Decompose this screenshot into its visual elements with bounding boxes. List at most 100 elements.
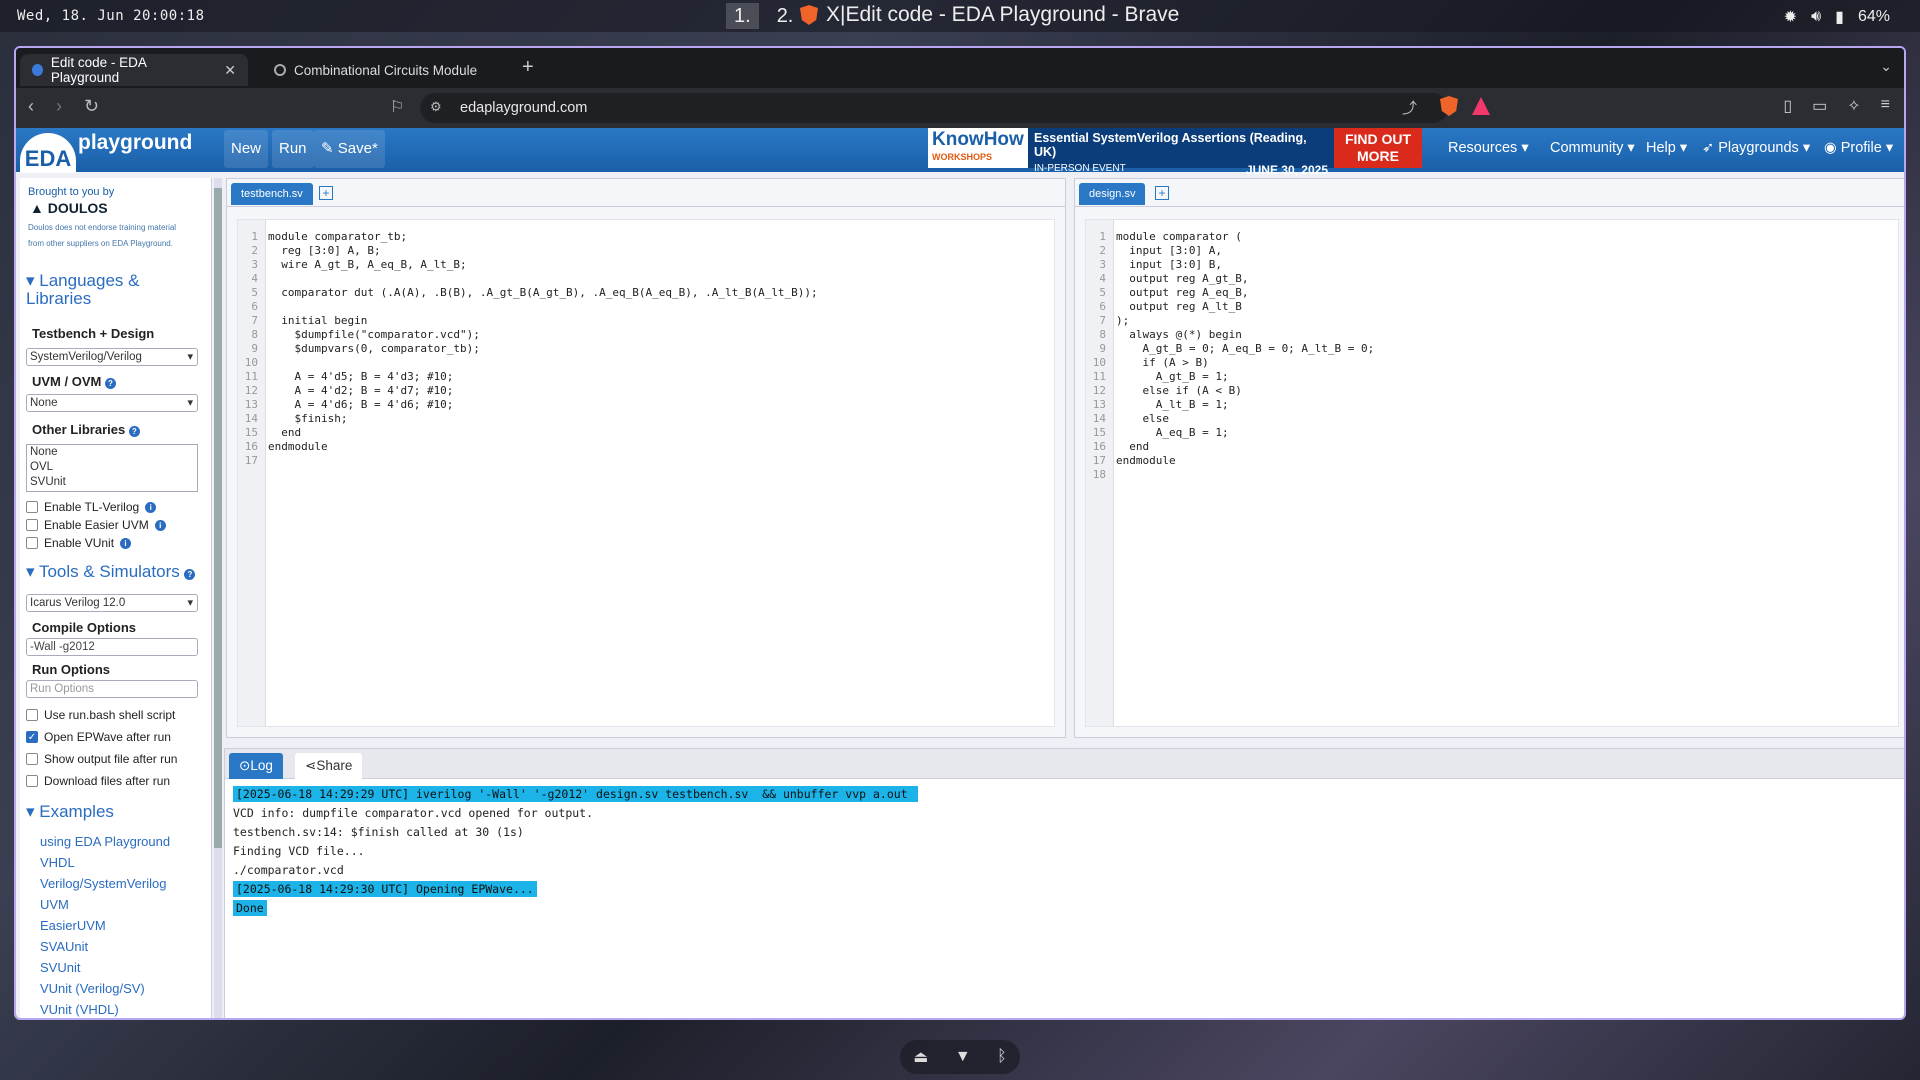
code-line[interactable]: 8 $dumpfile("comparator.vcd"); — [238, 328, 818, 342]
code-line[interactable]: 12 else if (A < B) — [1086, 384, 1374, 398]
add-file-icon[interactable]: + — [319, 186, 333, 200]
battery-icon[interactable]: ▮ — [1835, 7, 1844, 27]
list-item[interactable]: OVL — [30, 460, 197, 475]
code-line[interactable]: 3 input [3:0] B, — [1086, 258, 1374, 272]
example-link[interactable]: VHDL — [40, 855, 75, 870]
enable-easier-uvm-checkbox[interactable]: Enable Easier UVM i — [26, 518, 166, 532]
bookmark-icon[interactable]: ⚐ — [390, 97, 404, 117]
leo-ai-icon[interactable]: ✧ — [1847, 96, 1860, 116]
ad-banner[interactable]: KnowHow WORKSHOPS Essential SystemVerilo… — [928, 128, 1334, 177]
language-select[interactable]: SystemVerilog/Verilog — [26, 348, 198, 366]
tab-share[interactable]: ⋖Share — [295, 753, 363, 779]
code-line[interactable]: 13 A = 4'd6; B = 4'd6; #10; — [238, 398, 818, 412]
checkbox[interactable] — [26, 519, 38, 531]
checkbox[interactable] — [26, 775, 38, 787]
sidebar-scrollbar-thumb[interactable] — [214, 188, 222, 848]
code-line[interactable]: 13 A_lt_B = 1; — [1086, 398, 1374, 412]
site-settings-icon[interactable]: ⚙ — [430, 99, 442, 115]
community-menu[interactable]: Community ▾ — [1550, 140, 1635, 156]
code-line[interactable]: 4 — [238, 272, 818, 286]
tab-edit-code[interactable]: Edit code - EDA Playground ✕ — [20, 54, 248, 86]
example-link[interactable]: UVM — [40, 897, 69, 912]
enable-tl-verilog-checkbox[interactable]: Enable TL-Verilog i — [26, 500, 157, 514]
code-line[interactable]: 3 wire A_gt_B, A_eq_B, A_lt_B; — [238, 258, 818, 272]
playgrounds-menu[interactable]: ➶ Playgrounds ▾ — [1702, 140, 1810, 156]
tab-combinational-circuits[interactable]: Combinational Circuits Module — [262, 54, 502, 86]
other-libraries-list[interactable]: None OVL SVUnit — [26, 444, 198, 492]
show-output-checkbox[interactable]: Show output file after run — [26, 752, 177, 766]
uvm-select[interactable]: None — [26, 394, 198, 412]
profile-menu[interactable]: ◉ Profile ▾ — [1824, 140, 1893, 156]
close-tab-icon[interactable]: ✕ — [224, 62, 236, 79]
workspace-1[interactable]: 1. — [726, 3, 759, 29]
checkbox[interactable] — [26, 537, 38, 549]
eda-logo[interactable]: EDA playground — [20, 129, 192, 173]
examples-heading[interactable]: ▾ Examples — [26, 802, 114, 822]
new-button[interactable]: New — [224, 130, 269, 168]
tab-testbench[interactable]: testbench.sv — [231, 183, 313, 205]
sidebar-toggle-icon[interactable]: ▯ — [1783, 96, 1792, 116]
tools-heading[interactable]: ▾ Tools & Simulators ? — [26, 562, 196, 582]
share-icon[interactable]: ⤴ — [1402, 97, 1417, 118]
code-line[interactable]: 18 — [1086, 468, 1374, 482]
sponsor-logo[interactable]: ▲ DOULOS — [30, 200, 108, 216]
info-icon[interactable]: i — [154, 519, 166, 531]
list-item[interactable]: SVUnit — [30, 475, 197, 490]
tab-design[interactable]: design.sv — [1079, 183, 1146, 205]
info-icon[interactable]: i — [145, 501, 157, 513]
checkbox[interactable] — [26, 501, 38, 513]
code-line[interactable]: 5 output reg A_eq_B, — [1086, 286, 1374, 300]
checkbox[interactable] — [26, 753, 38, 765]
ad-find-out-more[interactable]: FIND OUT MORE — [1334, 128, 1422, 168]
resources-menu[interactable]: Resources ▾ — [1448, 140, 1529, 156]
code-line[interactable]: 12 A = 4'd2; B = 4'd7; #10; — [238, 384, 818, 398]
tab-list-chevron-icon[interactable]: ⌄ — [1880, 58, 1892, 75]
volume-icon[interactable]: 🔊︎ — [1811, 8, 1821, 26]
wifi-icon[interactable]: ▼ — [955, 1048, 971, 1066]
workspace-2[interactable]: 2. — [769, 3, 802, 29]
code-line[interactable]: 7); — [1086, 314, 1374, 328]
code-line[interactable]: 10 — [238, 356, 818, 370]
code-line[interactable]: 16 endmodule — [238, 440, 818, 454]
example-link[interactable]: SVAUnit — [40, 939, 88, 954]
code-line[interactable]: 9 A_gt_B = 0; A_eq_B = 0; A_lt_B = 0; — [1086, 342, 1374, 356]
code-line[interactable]: 15 end — [238, 426, 818, 440]
help-menu[interactable]: Help ▾ — [1646, 140, 1687, 156]
help-icon[interactable]: ? — [104, 378, 116, 389]
help-icon[interactable]: ? — [184, 569, 196, 580]
forward-icon[interactable]: › — [56, 96, 62, 117]
back-icon[interactable]: ‹ — [28, 96, 34, 117]
code-line[interactable]: 2 input [3:0] A, — [1086, 244, 1374, 258]
example-link[interactable]: VUnit (VHDL) — [40, 1002, 119, 1017]
compile-options-input[interactable]: -Wall -g2012 — [26, 638, 198, 656]
tab-log[interactable]: ⊙Log — [229, 753, 283, 779]
new-tab-icon[interactable]: + — [522, 56, 534, 79]
download-files-checkbox[interactable]: Download files after run — [26, 774, 170, 788]
wallet-icon[interactable]: ▭ — [1812, 96, 1827, 116]
code-line[interactable]: 6 output reg A_lt_B — [1086, 300, 1374, 314]
reload-icon[interactable]: ↻ — [84, 96, 99, 117]
add-file-icon[interactable]: + — [1155, 186, 1169, 200]
code-line[interactable]: 9 $dumpvars(0, comparator_tb); — [238, 342, 818, 356]
languages-heading[interactable]: ▾ Languages & Libraries — [26, 272, 196, 308]
code-line[interactable]: 17 — [238, 454, 818, 468]
checkbox-checked[interactable]: ✓ — [26, 731, 38, 743]
checkbox[interactable] — [26, 709, 38, 721]
example-link[interactable]: SVUnit — [40, 960, 80, 975]
code-line[interactable]: 7 initial begin — [238, 314, 818, 328]
run-button[interactable]: Run — [272, 130, 314, 168]
example-link[interactable]: VUnit (Verilog/SV) — [40, 981, 145, 996]
code-line[interactable]: 14 else — [1086, 412, 1374, 426]
code-area[interactable]: 1 module comparator (2 input [3:0] A, 3 in… — [1085, 219, 1899, 727]
url-text[interactable]: edaplayground.com — [460, 100, 587, 116]
save-button[interactable]: ✎ Save* — [314, 130, 385, 168]
use-run-bash-checkbox[interactable]: Use run.bash shell script — [26, 708, 175, 722]
example-link[interactable]: using EDA Playground — [40, 834, 170, 849]
enable-vunit-checkbox[interactable]: Enable VUnit i — [26, 536, 132, 550]
code-line[interactable]: 15 A_eq_B = 1; — [1086, 426, 1374, 440]
code-line[interactable]: 4 output reg A_gt_B, — [1086, 272, 1374, 286]
code-line[interactable]: 2 reg [3:0] A, B; — [238, 244, 818, 258]
open-epwave-checkbox[interactable]: ✓ Open EPWave after run — [26, 730, 171, 744]
list-item[interactable]: None — [30, 445, 197, 460]
brightness-icon[interactable]: ✹ — [1784, 7, 1797, 27]
